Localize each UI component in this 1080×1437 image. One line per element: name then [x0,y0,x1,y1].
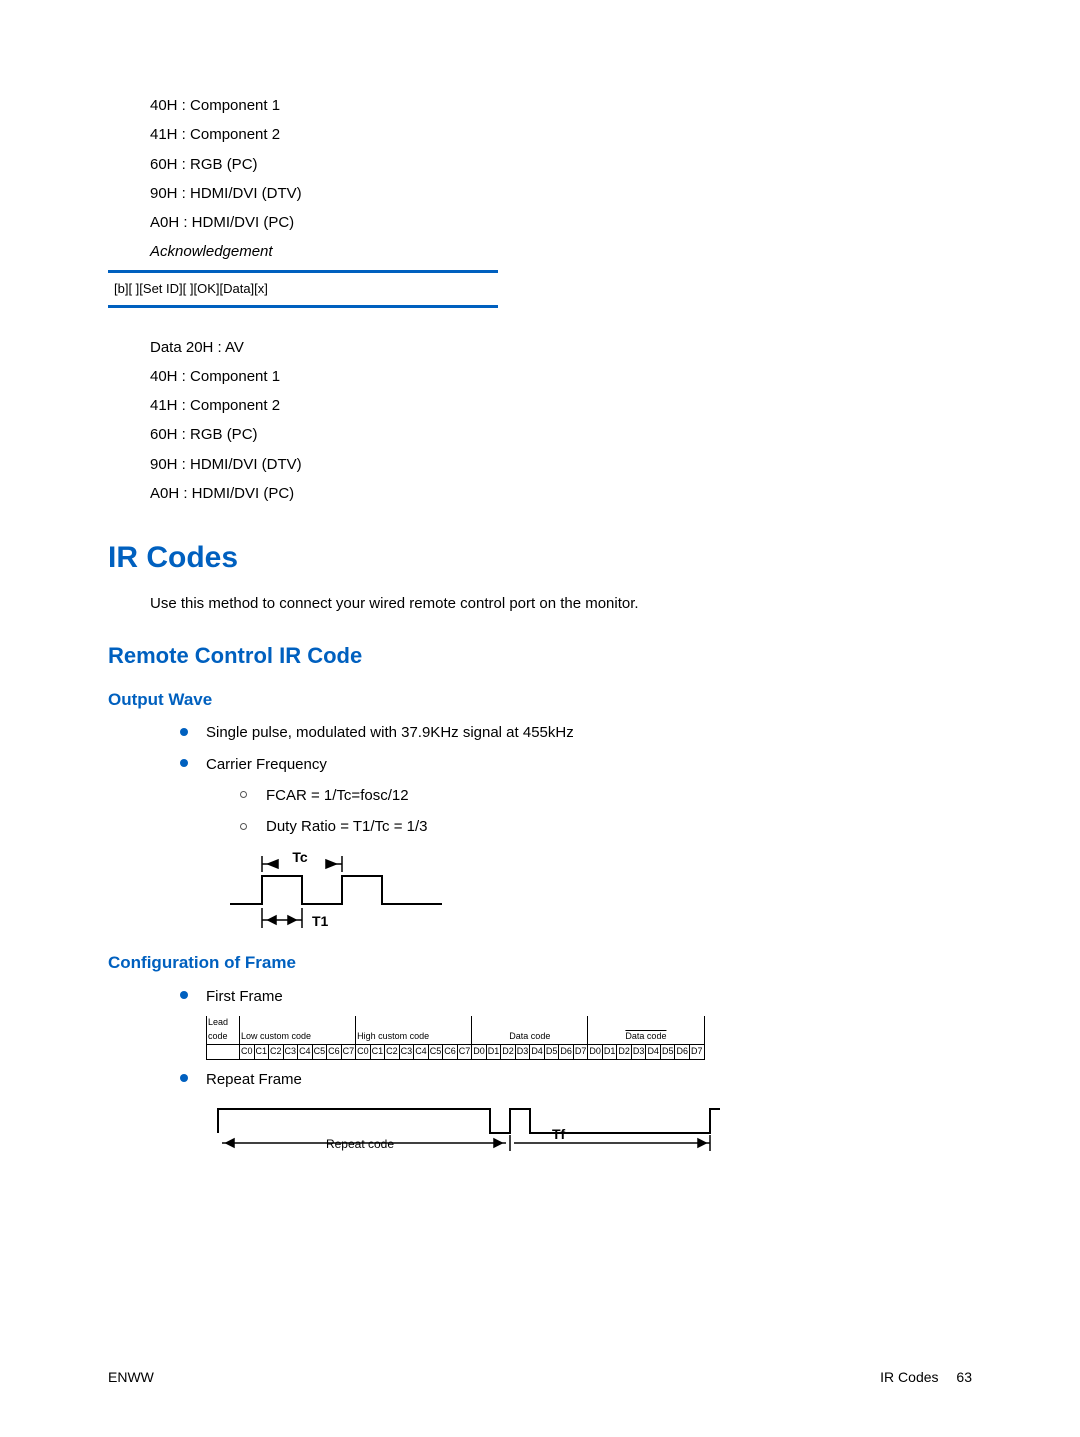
bit-cell: C4 [414,1044,429,1059]
ack-response-text: [b][ ][Set ID][ ][OK][Data][x] [108,273,498,305]
footer-right: IR Codes 63 [866,1367,972,1389]
bit-cell: D2 [501,1044,516,1059]
bit-cell: C0 [240,1044,255,1059]
bit-cell: D5 [544,1044,559,1059]
bit-cell: C1 [370,1044,385,1059]
list-item-text: Carrier Frequency [206,756,327,773]
heading-ir-codes: IR Codes [108,535,972,582]
bit-cell: C7 [457,1044,472,1059]
hdr-high-custom: High custom code [356,1016,472,1044]
list-item: Carrier Frequency FCAR = 1/Tc=fosc/12 Du… [180,753,972,937]
heading-remote-control-ir-code: Remote Control IR Code [108,639,972,673]
tc-label: Tc [292,849,308,865]
bit-cell: C4 [298,1044,313,1059]
page-footer: ENWW IR Codes 63 [108,1367,972,1389]
hdr-lead-code: Lead code [207,1016,240,1044]
hdr-data-code-ovl: Data code [588,1016,704,1044]
code-line: Data 20H : AV [150,336,972,359]
bit-cell: C6 [327,1044,342,1059]
acknowledgement-label: Acknowledgement [150,240,972,263]
bit-cell: D4 [646,1044,661,1059]
ir-codes-lead: Use this method to connect your wired re… [150,592,972,615]
code-line: 60H : RGB (PC) [150,423,972,446]
bit-cell: D0 [588,1044,603,1059]
heading-configuration-of-frame: Configuration of Frame [108,950,972,976]
bit-cell: D3 [515,1044,530,1059]
list-item: First Frame Lead code Low custom code Hi… [180,985,972,1060]
list-item-text: FCAR = 1/Tc=fosc/12 [266,787,409,804]
bit-cell: C3 [399,1044,414,1059]
carrier-sublist: FCAR = 1/Tc=fosc/12 Duty Ratio = T1/Tc =… [240,784,972,839]
repeat-code-label: Repeat code [326,1137,394,1151]
code-line: 40H : Component 1 [150,365,972,388]
code-line: A0H : HDMI/DVI (PC) [150,211,972,234]
input-codes-block-1: 40H : Component 1 41H : Component 2 60H … [150,94,972,264]
list-item-text: Repeat Frame [206,1071,302,1088]
bit-cell: C3 [283,1044,298,1059]
hdr-low-custom: Low custom code [240,1016,356,1044]
bit-cell: C2 [385,1044,400,1059]
first-frame-table: Lead code Low custom code High custom co… [206,1016,705,1060]
bit-cell: D6 [675,1044,690,1059]
code-line: 40H : Component 1 [150,94,972,117]
input-codes-block-2: Data 20H : AV 40H : Component 1 41H : Co… [150,336,972,506]
bit-row: C0C1C2C3C4C5C6C7C0C1C2C3C4C5C6C7D0D1D2D3… [207,1044,705,1059]
bit-cell: C1 [254,1044,269,1059]
bit-cell: C5 [428,1044,443,1059]
code-line: 41H : Component 2 [150,123,972,146]
rule-bottom [108,305,498,308]
list-item-text: Duty Ratio = T1/Tc = 1/3 [266,818,427,835]
footer-left: ENWW [108,1367,154,1389]
list-item-text: Single pulse, modulated with 37.9KHz sig… [206,724,574,741]
output-wave-figure: Tc T1 [222,846,972,936]
bit-cell: D4 [530,1044,545,1059]
bit-cell: C5 [312,1044,327,1059]
bit-cell: D7 [573,1044,588,1059]
bit-cell: D5 [660,1044,675,1059]
repeat-frame-figure: Repeat code Tf [210,1099,972,1159]
footer-section: IR Codes [880,1369,938,1385]
bit-cell: D1 [486,1044,501,1059]
list-item: Duty Ratio = T1/Tc = 1/3 [240,815,972,838]
bit-cell: D1 [602,1044,617,1059]
list-item: Single pulse, modulated with 37.9KHz sig… [180,721,972,744]
heading-output-wave: Output Wave [108,687,972,713]
hdr-data-code-overline: Data code [625,1031,666,1041]
t1-label: T1 [312,913,329,929]
first-frame-figure: Lead code Low custom code High custom co… [206,1016,972,1060]
ack-response-box: [b][ ][Set ID][ ][OK][Data][x] [108,270,498,308]
list-item-text: First Frame [206,988,283,1005]
code-line: 60H : RGB (PC) [150,153,972,176]
list-item: Repeat Frame Repeat code [180,1068,972,1159]
code-line: A0H : HDMI/DVI (PC) [150,482,972,505]
bit-cell: C2 [269,1044,284,1059]
output-wave-list: Single pulse, modulated with 37.9KHz sig… [180,721,972,936]
code-line: 90H : HDMI/DVI (DTV) [150,182,972,205]
tf-label: Tf [552,1126,566,1142]
bit-cell: D0 [472,1044,487,1059]
bit-cell: D2 [617,1044,632,1059]
bit-cell: D3 [631,1044,646,1059]
bit-cell: D6 [559,1044,574,1059]
hdr-data-code: Data code [472,1016,588,1044]
lead-cell [207,1044,240,1059]
list-item: FCAR = 1/Tc=fosc/12 [240,784,972,807]
bit-cell: C7 [341,1044,356,1059]
bit-cell: C0 [356,1044,371,1059]
config-frame-list: First Frame Lead code Low custom code Hi… [180,985,972,1159]
bit-cell: D7 [689,1044,704,1059]
code-line: 41H : Component 2 [150,394,972,417]
page: 40H : Component 1 41H : Component 2 60H … [0,0,1080,1437]
code-line: 90H : HDMI/DVI (DTV) [150,453,972,476]
bit-cell: C6 [443,1044,458,1059]
footer-page-number: 63 [956,1369,972,1385]
